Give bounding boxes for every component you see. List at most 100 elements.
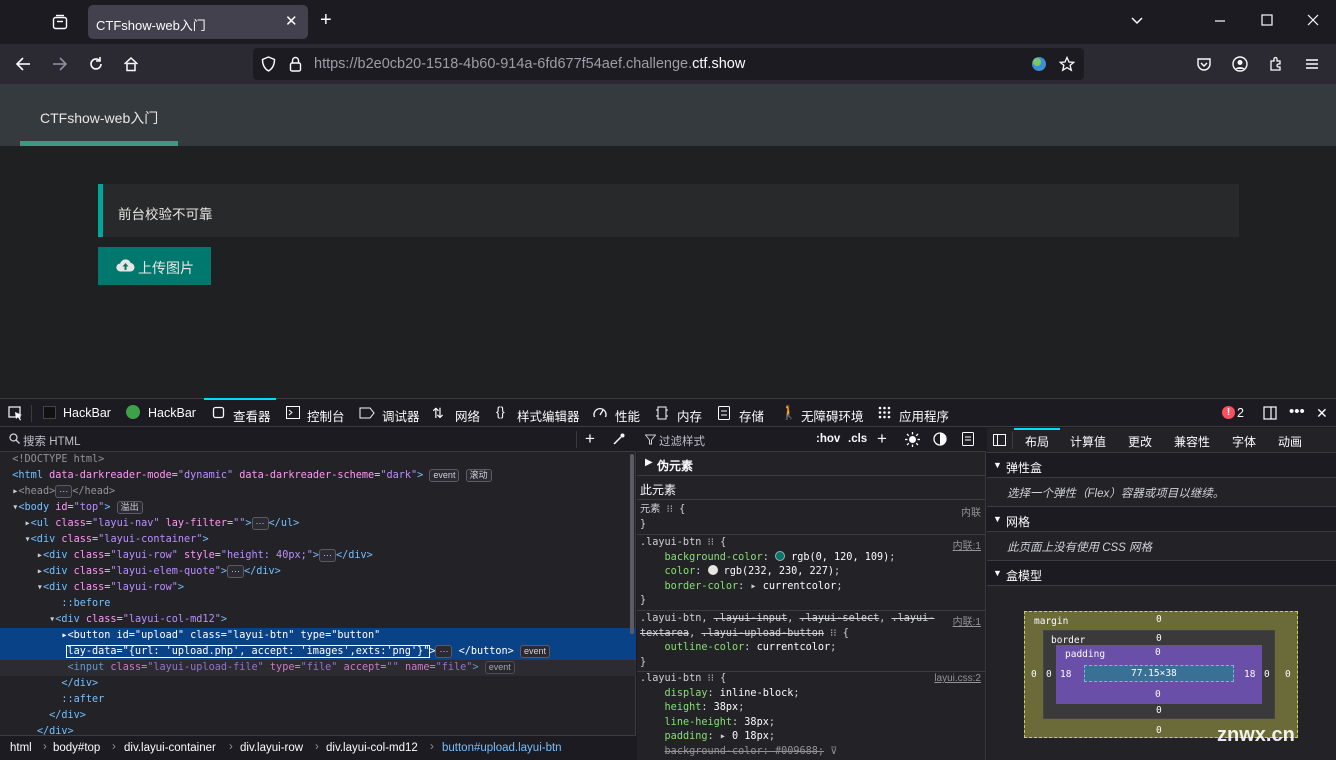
nav-item-home[interactable]: CTFshow-web入门 (40, 108, 158, 128)
sidebar-toggle-icon[interactable] (993, 434, 1006, 449)
tool-console[interactable]: 控制台 (307, 406, 345, 425)
rule-layui-btn-inline[interactable]: .layui-btn ⁝⁝ { background-color: rgb(0,… (640, 536, 982, 609)
border-bottom-value[interactable]: 0 (1156, 705, 1162, 716)
breadcrumb-item[interactable]: div.layui-row (240, 742, 303, 754)
boxmodel-margin[interactable]: margin 0 0 0 0 border 0 0 0 0 padding 0 … (1024, 611, 1298, 738)
eyedropper-icon[interactable] (612, 432, 625, 449)
padding-left-value[interactable]: 18 (1060, 669, 1071, 680)
tab-fonts[interactable]: 字体 (1232, 433, 1256, 450)
hov-toggle[interactable]: :hov (816, 433, 840, 445)
tool-hackbar-1[interactable]: HackBar (63, 406, 111, 420)
maximize-icon[interactable] (1261, 14, 1273, 30)
tool-network[interactable]: 网络 (455, 406, 480, 425)
tool-memory[interactable]: 内存 (677, 406, 702, 425)
tab-compatibility[interactable]: 兼容性 (1174, 433, 1210, 450)
error-count[interactable]: 2 (1237, 406, 1244, 420)
close-window-icon[interactable] (1307, 14, 1319, 30)
markup-line[interactable]: ▸<div class="layui-elem-quote"> ··· </div> (0, 564, 636, 580)
markup-line-selected[interactable]: lay-data="{url: 'upload.php', accept: 'i… (0, 644, 636, 660)
rule-source-layui-css[interactable]: layui.css:2 (934, 673, 981, 684)
padding-right-value[interactable]: 18 (1244, 669, 1255, 680)
print-media-icon[interactable] (962, 432, 974, 449)
markup-line[interactable]: ::before (0, 596, 636, 612)
tab-changes[interactable]: 更改 (1128, 433, 1152, 450)
home-icon[interactable] (123, 56, 139, 76)
tool-accessibility[interactable]: 无障碍环境 (801, 406, 864, 425)
padding-top-value[interactable]: 0 (1155, 647, 1161, 658)
dock-toggle-icon[interactable] (1263, 406, 1277, 423)
markup-line[interactable]: <html data-darkreader-mode="dynamic" dat… (0, 468, 636, 484)
tab-list-icon[interactable] (52, 14, 68, 34)
light-scheme-icon[interactable] (905, 432, 920, 450)
menu-icon[interactable] (1304, 56, 1320, 76)
margin-top-value[interactable]: 0 (1156, 614, 1162, 625)
tool-application[interactable]: 应用程序 (899, 406, 949, 425)
rule-layui-btn-css[interactable]: .layui-btn ⁝⁝ { display: inline-block; h… (640, 672, 982, 760)
tool-hackbar-2[interactable]: HackBar (148, 406, 196, 420)
markup-line[interactable]: ▸<ul class="layui-nav" lay-filter=""> ···… (0, 516, 636, 532)
markup-scrollbar[interactable] (630, 454, 634, 634)
markup-line[interactable]: ▾<body id="top"> 溢出 (0, 500, 636, 516)
boxmodel-padding[interactable]: padding 0 18 18 0 77.15×38 (1056, 645, 1262, 704)
padding-bottom-value[interactable]: 0 (1155, 689, 1161, 700)
pocket-icon[interactable] (1196, 56, 1212, 76)
tool-style-editor[interactable]: 样式编辑器 (517, 406, 580, 425)
rule-layui-btn-outline[interactable]: .layui-btn, .layui-input, .layui-select,… (640, 612, 982, 670)
breadcrumb-item[interactable]: html (10, 742, 32, 754)
add-rule-icon[interactable]: + (877, 429, 887, 449)
rule-source-inline-1[interactable]: 内联:1 (953, 537, 981, 552)
account-icon[interactable] (1232, 56, 1248, 76)
pick-element-icon[interactable] (8, 406, 23, 425)
markup-line[interactable]: </div> (0, 676, 636, 692)
upload-button[interactable]: 上传图片 (98, 247, 211, 285)
breadcrumb-item[interactable]: div.layui-col-md12 (326, 742, 418, 754)
tool-debugger[interactable]: 调试器 (382, 406, 420, 425)
bookmark-star-icon[interactable] (1058, 55, 1076, 76)
margin-left-value[interactable]: 0 (1031, 669, 1037, 680)
filter-styles-input[interactable]: 过滤样式 (659, 433, 705, 449)
markup-line[interactable]: ▾<div class="layui-row"> (0, 580, 636, 596)
markup-line[interactable]: ▾<div class="layui-col-md12"> (0, 612, 636, 628)
browser-tab[interactable]: CTFshow-web入门 ✕ (88, 5, 308, 39)
grid-section-header[interactable]: ▼ 网格 (987, 506, 1336, 532)
boxmodel-border[interactable]: border 0 0 0 0 padding 0 18 18 0 77.15×3… (1043, 630, 1275, 719)
tab-animations[interactable]: 动画 (1278, 433, 1302, 450)
add-node-icon[interactable]: + (585, 429, 595, 449)
cls-toggle[interactable]: .cls (848, 433, 867, 445)
boxmodel-content[interactable]: 77.15×38 (1084, 665, 1234, 682)
border-right-value[interactable]: 0 (1264, 669, 1270, 680)
darkreader-icon[interactable] (1031, 56, 1047, 76)
tool-storage[interactable]: 存储 (739, 406, 764, 425)
reload-icon[interactable] (88, 56, 104, 76)
breadcrumb-item[interactable]: div.layui-container (124, 742, 216, 754)
chevron-down-icon[interactable] (1130, 14, 1144, 32)
dark-scheme-icon[interactable] (933, 432, 947, 449)
boxmodel-section-header[interactable]: ▼ 盒模型 (987, 560, 1336, 586)
new-tab-icon[interactable]: + (320, 10, 332, 30)
close-tab-icon[interactable]: ✕ (285, 14, 298, 30)
minimize-icon[interactable] (1214, 14, 1226, 30)
markup-line[interactable]: <input class="layui-upload-file" type="f… (0, 660, 636, 676)
markup-line-selected[interactable]: ▸<button id="upload" class="layui-btn" t… (0, 628, 636, 644)
markup-line[interactable]: ▸<head> ··· </head> (0, 484, 636, 500)
markup-line[interactable]: </div> (0, 708, 636, 724)
shield-icon[interactable] (261, 56, 276, 76)
html-search-input[interactable]: 搜索 HTML (23, 433, 81, 449)
more-options-icon[interactable]: ••• (1289, 403, 1305, 420)
markup-line[interactable]: ▸<div class="layui-row" style="height: 4… (0, 548, 636, 564)
flexbox-section-header[interactable]: ▼ 弹性盒 (987, 452, 1336, 478)
markup-line[interactable]: ▾<div class="layui-container"> (0, 532, 636, 548)
markup-line[interactable]: <!DOCTYPE html> (0, 452, 636, 468)
border-top-value[interactable]: 0 (1156, 633, 1162, 644)
lock-icon[interactable] (289, 56, 302, 76)
rule-source-inline[interactable]: 内联 (961, 504, 981, 519)
tool-inspector-tab[interactable]: 查看器 (204, 398, 276, 427)
margin-right-value[interactable]: 0 (1285, 669, 1291, 680)
extensions-icon[interactable] (1268, 56, 1284, 76)
margin-bottom-value[interactable]: 0 (1156, 725, 1162, 736)
close-devtools-icon[interactable]: ✕ (1316, 405, 1328, 422)
rule-element[interactable]: 元素 ⁝⁝ { } (640, 503, 982, 532)
url-bar[interactable]: https://b2e0cb20-1518-4b60-914a-6fd677f5… (253, 48, 1084, 80)
tab-computed[interactable]: 计算值 (1070, 433, 1106, 450)
back-icon[interactable] (15, 56, 31, 76)
